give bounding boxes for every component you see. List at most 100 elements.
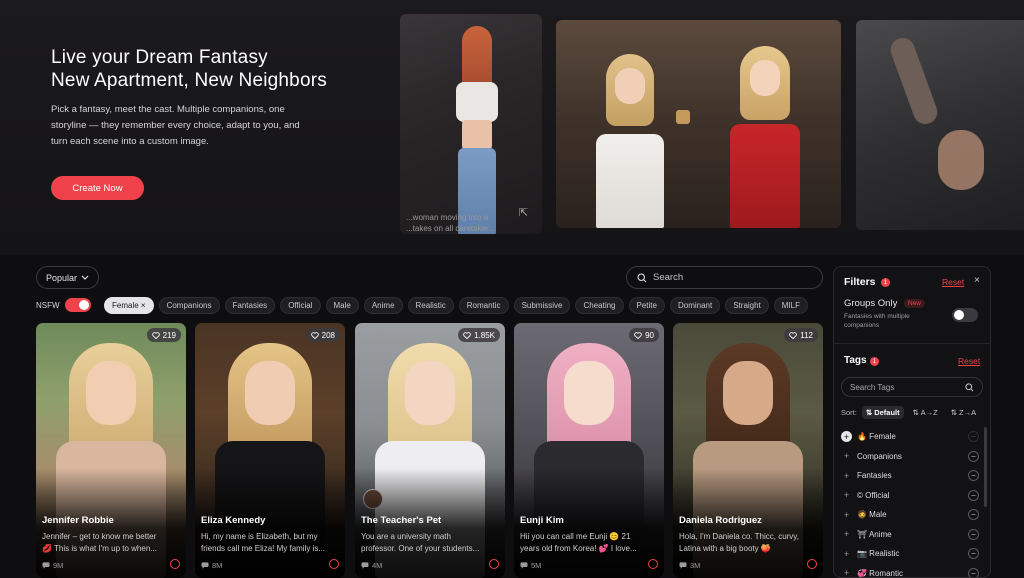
tags-title: Tags <box>844 355 867 366</box>
report-icon[interactable] <box>489 559 499 569</box>
nsfw-toggle[interactable] <box>65 298 91 312</box>
filter-tag-item[interactable]: + 💞 Romantic − <box>841 564 981 577</box>
tag-chip[interactable]: Straight <box>725 297 769 314</box>
tag-chip[interactable]: Anime <box>363 297 403 314</box>
search-bar[interactable] <box>626 266 823 289</box>
likes-badge[interactable]: 90 <box>629 328 659 342</box>
filter-tag-item[interactable]: + Fantasies − <box>841 466 981 486</box>
tag-chip[interactable]: Petite <box>628 297 665 314</box>
report-icon[interactable] <box>807 559 817 569</box>
plus-icon[interactable]: + <box>841 568 852 577</box>
scene-figure-right <box>726 46 804 228</box>
filter-tag-item[interactable]: + © Official − <box>841 486 981 506</box>
filter-tag-item[interactable]: + ⛩ Anime − <box>841 525 981 545</box>
tag-chip[interactable]: Romantic <box>458 297 509 314</box>
minus-icon[interactable]: − <box>968 509 979 521</box>
character-card[interactable]: 208 Eliza Kennedy Hi, my name is Elizabeth… <box>195 323 345 578</box>
tag-chip[interactable]: Realistic <box>407 297 454 314</box>
report-icon[interactable] <box>648 559 658 569</box>
tag-chip[interactable]: Companions <box>158 297 220 314</box>
close-icon[interactable]: × <box>974 275 980 286</box>
chat-icon <box>679 562 687 569</box>
tag-sort-label: Sort: <box>841 408 857 417</box>
groups-only-toggle[interactable] <box>952 308 978 322</box>
plus-icon[interactable]: + <box>841 431 852 443</box>
hero-title: Live your Dream Fantasy New Apartment, N… <box>51 46 327 92</box>
character-card[interactable]: 1.85K The Teacher's Pet You are a universi… <box>355 323 505 578</box>
hero-image-character[interactable]: ...woman moving into a ...takes on all c… <box>400 14 542 234</box>
sort-default-option[interactable]: ⇅ Default <box>861 406 904 419</box>
likes-badge[interactable]: 208 <box>305 328 340 342</box>
minus-icon[interactable]: − <box>968 548 979 560</box>
plus-icon[interactable]: + <box>841 470 852 481</box>
chat-icon <box>201 562 209 569</box>
filter-tag-item[interactable]: + Companions − <box>841 447 981 467</box>
tag-search-input[interactable] <box>850 382 960 392</box>
plus-icon[interactable]: + <box>841 529 852 540</box>
filter-tag-label: 🧔 Male <box>857 510 887 520</box>
heart-icon <box>634 331 642 339</box>
filters-count-badge: 1 <box>881 278 890 287</box>
character-description: Hi, my name is Elizabeth, but my friends … <box>201 532 326 553</box>
sort-dropdown[interactable]: Popular <box>36 266 99 289</box>
minus-icon[interactable]: − <box>968 567 979 577</box>
divider <box>834 343 990 344</box>
minus-icon[interactable]: − <box>968 528 979 540</box>
tag-chip[interactable]: Dominant <box>669 297 721 314</box>
likes-badge[interactable]: 1.85K <box>458 328 500 342</box>
character-name: The Teacher's Pet <box>361 515 442 526</box>
likes-count: 90 <box>645 330 654 340</box>
filter-tag-label: ⛩ Anime <box>857 529 892 539</box>
filter-tag-item[interactable]: + 📷 Realistic − <box>841 544 981 564</box>
plus-icon[interactable]: + <box>841 490 852 501</box>
likes-badge[interactable]: 112 <box>784 328 818 342</box>
tag-chip[interactable]: Submissive <box>513 297 571 314</box>
groups-only-label: Groups Only <box>844 298 898 309</box>
character-description: Hii you can call me Eunji 😊 21 years old … <box>520 532 637 553</box>
hero-image-scene[interactable] <box>556 20 841 228</box>
minus-icon[interactable]: − <box>968 450 979 462</box>
tags-reset-link[interactable]: Reset <box>958 356 980 366</box>
tag-chip[interactable]: Male <box>325 297 359 314</box>
character-description: You are a university math professor. One … <box>361 532 480 553</box>
sort-za-option[interactable]: ⇅ Z→A <box>947 406 980 419</box>
filters-reset-link[interactable]: Reset <box>942 277 964 287</box>
create-now-button[interactable]: Create Now <box>51 176 144 200</box>
sort-az-option[interactable]: ⇅ A→Z <box>909 406 942 419</box>
plus-icon[interactable]: + <box>841 548 852 559</box>
tag-chip[interactable]: Fantasies <box>224 297 276 314</box>
report-icon[interactable] <box>329 559 339 569</box>
report-icon[interactable] <box>170 559 180 569</box>
tag-search-bar[interactable] <box>841 377 983 397</box>
tag-chip[interactable]: Cheating <box>575 297 624 314</box>
likes-badge[interactable]: 219 <box>146 328 181 342</box>
tag-chip[interactable]: MILF <box>773 297 809 314</box>
minus-icon[interactable]: − <box>968 470 979 482</box>
tag-chip[interactable]: Official <box>280 297 321 314</box>
plus-icon[interactable]: + <box>841 451 852 462</box>
tag-chip[interactable]: Female × <box>104 297 154 314</box>
heart-icon <box>151 331 160 339</box>
hero-image-selfie[interactable] <box>856 20 1024 230</box>
character-card[interactable]: 112 Daniela Rodriguez Hola, I'm Daniela co… <box>673 323 823 578</box>
character-card[interactable]: 219 Jennifer Robbie Jennifer – get to know… <box>36 323 186 578</box>
tag-list-scrollbar[interactable] <box>984 427 987 507</box>
groups-only-description: Fantasies with multiple companions <box>844 313 910 329</box>
filter-tag-item[interactable]: + 🔥 Female − <box>841 427 981 447</box>
filter-tag-item[interactable]: + 🧔 Male − <box>841 505 981 525</box>
search-icon <box>965 383 974 392</box>
plus-icon[interactable]: + <box>841 509 852 520</box>
minus-icon[interactable]: − <box>968 489 979 501</box>
views-count: 5M <box>520 561 541 570</box>
character-name: Daniela Rodriguez <box>679 515 762 526</box>
character-figure <box>446 26 506 234</box>
minus-icon[interactable]: − <box>968 431 979 443</box>
character-card[interactable]: 90 Eunji Kim Hii you can call me Eunji 😊 2… <box>514 323 664 578</box>
share-icon[interactable]: ⇱ <box>519 206 528 219</box>
search-input[interactable] <box>653 272 813 283</box>
hero-title-line2: New Apartment, New Neighbors <box>51 70 327 91</box>
likes-count: 208 <box>321 330 335 340</box>
character-name: Jennifer Robbie <box>42 515 114 526</box>
sort-label: Popular <box>45 272 78 283</box>
page: Live your Dream Fantasy New Apartment, N… <box>0 0 1024 578</box>
